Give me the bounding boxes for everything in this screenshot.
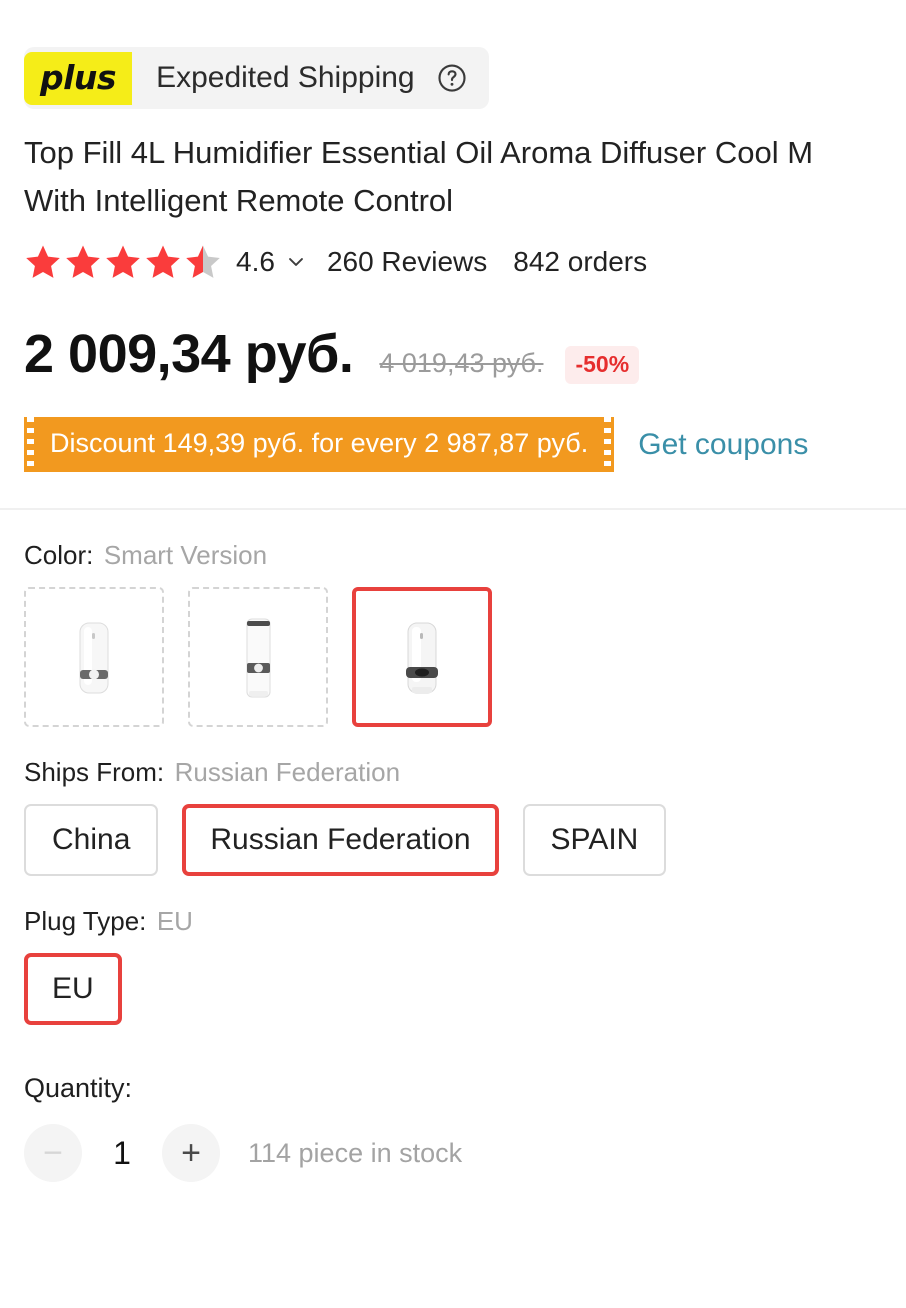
original-price: 4 019,43 руб.	[379, 348, 544, 379]
ships-from-label: Ships From:	[24, 757, 165, 788]
price-row: 2 009,34 руб. 4 019,43 руб. -50%	[24, 323, 882, 385]
stock-status-text: 114 piece in stock	[248, 1137, 463, 1168]
get-coupons-link[interactable]: Get coupons	[638, 428, 808, 462]
reviews-count[interactable]: 260 Reviews	[327, 246, 487, 278]
question-circle-icon[interactable]	[437, 63, 467, 93]
color-swatch-smart-version[interactable]	[352, 587, 492, 728]
plug-type-label: Plug Type:	[24, 906, 147, 937]
rating-value: 4.6	[236, 246, 275, 278]
plug-type-option-eu[interactable]: EU	[24, 953, 122, 1026]
plug-type-button-list: EU	[24, 953, 882, 1026]
chevron-down-icon[interactable]	[285, 251, 307, 273]
color-swatch-list	[24, 587, 882, 728]
expedited-shipping-label: Expedited Shipping	[156, 61, 415, 94]
ships-from-selected-value: Russian Federation	[174, 757, 401, 788]
quantity-value[interactable]: 1	[96, 1135, 148, 1172]
coupon-ticket[interactable]: Discount 149,39 руб. for every 2 987,87 …	[24, 417, 615, 473]
current-price: 2 009,34 руб.	[24, 324, 354, 385]
quantity-decrease-button[interactable]: −	[24, 1124, 82, 1183]
star-icon	[106, 245, 140, 278]
quantity-section: Quantity: − 1 + 114 piece in stock	[24, 1073, 882, 1183]
star-half-icon	[186, 245, 220, 278]
plug-type-header: Plug Type: EU	[24, 906, 882, 937]
color-option-header: Color: Smart Version	[24, 540, 882, 571]
ships-from-button-list: China Russian Federation SPAIN	[24, 804, 882, 877]
rating-row: 4.6 260 Reviews 842 orders	[24, 243, 882, 281]
color-label: Color:	[24, 540, 94, 571]
product-title: Top Fill 4L Humidifier Essential Oil Aro…	[24, 129, 882, 225]
humidifier-thumbnail-icon	[246, 618, 271, 698]
color-selected-value: Smart Version	[103, 540, 268, 571]
expedited-shipping-banner[interactable]: plus Expedited Shipping	[24, 47, 489, 109]
section-divider	[0, 508, 906, 511]
star-rating[interactable]	[24, 243, 222, 281]
color-swatch-variant-2[interactable]	[188, 587, 328, 728]
product-title-line-1: Top Fill 4L Humidifier Essential Oil Aro…	[24, 135, 814, 170]
plug-type-option-section: Plug Type: EU EU	[24, 906, 882, 1026]
orders-count: 842 orders	[513, 246, 648, 278]
product-title-line-2: With Intelligent Remote Control	[24, 183, 454, 219]
color-swatch-variant-1[interactable]	[24, 587, 164, 728]
quantity-increase-button[interactable]: +	[162, 1124, 220, 1183]
star-icon	[146, 245, 180, 278]
ships-from-option-china[interactable]: China	[24, 804, 159, 877]
coupon-row: Discount 149,39 руб. for every 2 987,87 …	[24, 417, 882, 473]
plug-type-selected-value: EU	[156, 906, 193, 937]
quantity-label: Quantity:	[24, 1073, 133, 1104]
ships-from-option-section: Ships From: Russian Federation China Rus…	[24, 757, 882, 877]
plus-badge: plus	[24, 51, 133, 105]
ships-from-option-russian-federation[interactable]: Russian Federation	[182, 804, 499, 877]
product-detail-page: plus Expedited Shipping Top Fill 4L Humi…	[0, 0, 906, 1308]
discount-badge: -50%	[565, 346, 640, 385]
humidifier-thumbnail-icon	[79, 622, 109, 694]
color-option-section: Color: Smart Version	[24, 540, 882, 728]
star-icon	[26, 245, 60, 278]
ships-from-header: Ships From: Russian Federation	[24, 757, 882, 788]
humidifier-thumbnail-icon	[406, 622, 438, 694]
ships-from-option-spain[interactable]: SPAIN	[522, 804, 667, 877]
quantity-stepper: − 1 + 114 piece in stock	[24, 1124, 882, 1183]
star-icon	[66, 245, 100, 278]
